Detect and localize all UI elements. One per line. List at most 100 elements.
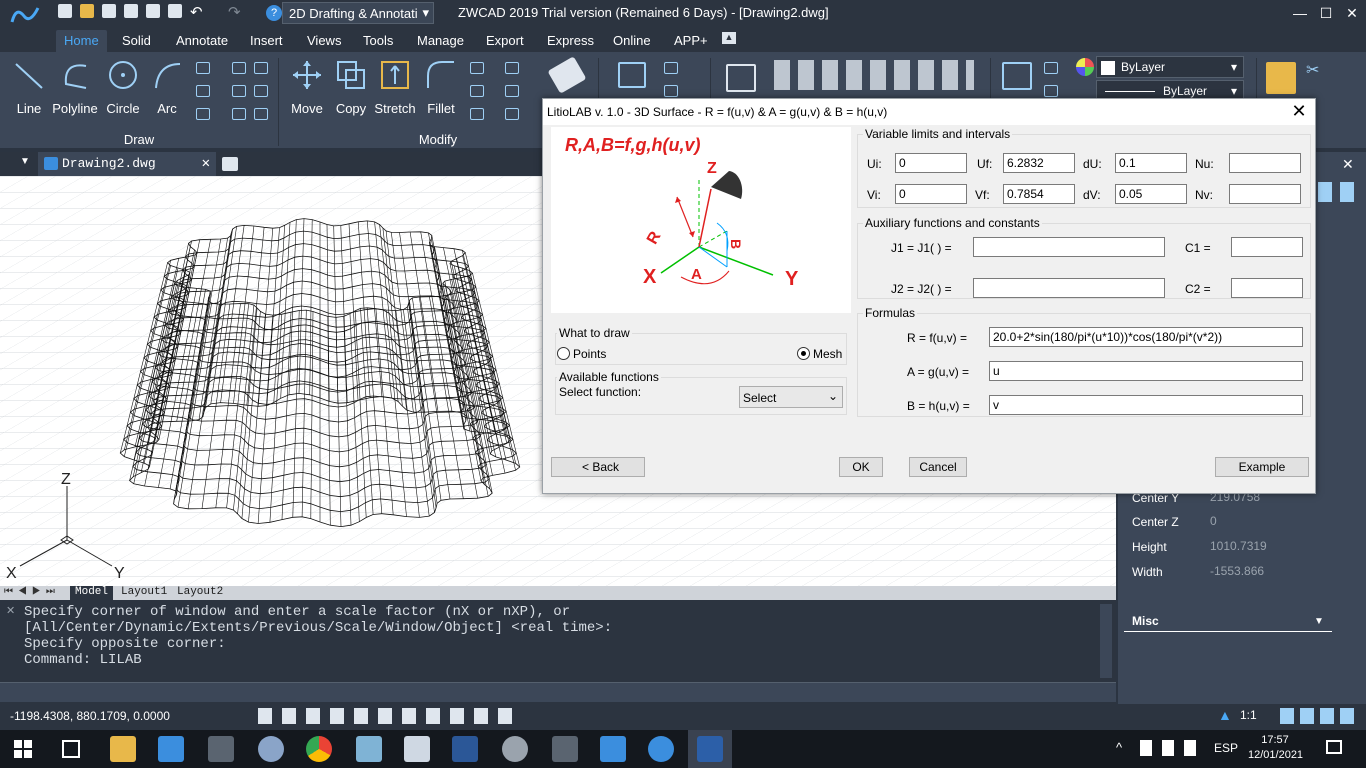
microphone-icon[interactable] [552, 736, 578, 762]
paint-icon[interactable] [258, 736, 284, 762]
prop-row[interactable]: Width -1553.866 [1124, 560, 1360, 584]
r-formula-input[interactable]: 20.0+2*sin(180/pi*(u*10))*cos(180/pi*(v*… [989, 327, 1303, 347]
drafting-toggles[interactable] [258, 708, 520, 724]
tray-chevron-icon[interactable]: ^ [1116, 740, 1122, 755]
uf-input[interactable]: 6.2832 [1003, 153, 1075, 173]
command-scrollbar[interactable] [1100, 604, 1112, 678]
camera-icon[interactable] [502, 736, 528, 762]
a-formula-input[interactable]: u [989, 361, 1303, 381]
file-explorer-icon[interactable] [110, 736, 136, 762]
chrome-icon[interactable] [306, 736, 332, 762]
move-button[interactable]: Move [284, 58, 330, 126]
revcloud-icon[interactable] [232, 85, 246, 97]
clock[interactable]: 17:57 12/01/2021 [1248, 733, 1303, 763]
plot-icon[interactable] [168, 4, 182, 18]
properties-close-icon[interactable]: ✕ [1342, 156, 1354, 173]
save-as-icon[interactable] [124, 4, 138, 18]
du-input[interactable]: 0.1 [1115, 153, 1187, 173]
dv-input[interactable]: 0.05 [1115, 184, 1187, 204]
donut-icon[interactable] [254, 108, 268, 120]
insert-block-icon[interactable] [1002, 62, 1032, 90]
function-select[interactable]: Select ⌄ [739, 386, 843, 408]
tab-views[interactable]: Views [299, 30, 349, 52]
tab-express[interactable]: Express [539, 30, 602, 52]
prop-row[interactable]: Height 1010.7319 [1124, 535, 1360, 559]
hatch-icon[interactable] [196, 85, 210, 97]
circle-button[interactable]: Circle [100, 58, 146, 126]
dialog-close-button[interactable]: ✕ [1289, 101, 1309, 121]
tab-tools[interactable]: Tools [355, 30, 401, 52]
close-tab-icon[interactable]: ✕ [202, 155, 210, 172]
prop-value[interactable]: 1010.7319 [1204, 535, 1354, 557]
explode-icon[interactable] [505, 108, 519, 120]
ok-button[interactable]: OK [839, 457, 883, 477]
leader-icon[interactable] [664, 85, 678, 97]
open-icon[interactable] [80, 4, 94, 18]
new-icon[interactable] [58, 4, 72, 18]
fillet-button[interactable]: Fillet [418, 58, 464, 126]
j2-input[interactable] [973, 278, 1165, 298]
mtext-icon[interactable] [618, 62, 646, 88]
tab-app-plus[interactable]: APP+ [666, 30, 716, 52]
arc-button[interactable]: Arc [144, 58, 190, 126]
undo-icon[interactable]: ↶ [190, 3, 203, 21]
mirror-icon[interactable] [470, 85, 484, 97]
language-indicator[interactable]: ESP [1214, 741, 1238, 755]
misc-section[interactable]: Misc [1124, 612, 1332, 632]
layer-tools-icon[interactable] [774, 60, 974, 90]
nv-input[interactable] [1229, 184, 1301, 204]
tab-layout2[interactable]: Layout2 [172, 586, 228, 600]
properties-toolbar[interactable] [1318, 182, 1358, 202]
tab-model[interactable]: Model [70, 586, 114, 600]
command-input[interactable] [0, 682, 1116, 702]
help-app-icon[interactable] [648, 736, 674, 762]
prop-value[interactable]: 0 [1204, 510, 1354, 532]
ui-input[interactable]: 0 [895, 153, 967, 173]
new-tab-icon[interactable] [222, 157, 238, 171]
rotate-icon[interactable] [505, 62, 519, 74]
dimension-icon[interactable] [664, 62, 678, 74]
layout-nav-arrows[interactable]: ⏮◀▶⏭ [4, 586, 60, 597]
layer-properties-icon[interactable] [726, 64, 756, 92]
scale-icon[interactable] [505, 85, 519, 97]
tab-solid[interactable]: Solid [114, 30, 159, 52]
example-button[interactable]: Example [1215, 457, 1309, 477]
chevron-down-icon[interactable]: ▼ [1314, 616, 1324, 627]
edit-block-icon[interactable] [1044, 85, 1058, 97]
print-icon[interactable] [146, 4, 160, 18]
app-icon[interactable] [356, 736, 382, 762]
minimize-button[interactable]: — [1290, 4, 1310, 22]
tab-menu-icon[interactable]: ▼ [20, 156, 30, 167]
polyline-button[interactable]: Polyline [52, 58, 98, 126]
create-block-icon[interactable] [1044, 62, 1058, 74]
photos-icon[interactable] [600, 736, 626, 762]
save-icon[interactable] [102, 4, 116, 18]
region-icon[interactable] [254, 62, 268, 74]
tab-layout1[interactable]: Layout1 [116, 586, 172, 600]
media-player-icon[interactable] [158, 736, 184, 762]
color-dropdown[interactable]: ByLayer ▾ [1096, 56, 1244, 78]
redo-icon[interactable]: ↷ [228, 3, 241, 21]
j1-input[interactable] [973, 237, 1165, 257]
boundary-icon[interactable] [254, 85, 268, 97]
array-icon[interactable] [470, 108, 484, 120]
ribbon-collapse-icon[interactable]: ▲ [722, 32, 736, 44]
cancel-button[interactable]: Cancel [909, 457, 967, 477]
points-radio[interactable] [557, 347, 570, 360]
trim-icon[interactable] [470, 62, 484, 74]
vi-input[interactable]: 0 [895, 184, 967, 204]
color-wheel-icon[interactable] [1076, 58, 1094, 76]
spline-icon[interactable] [232, 62, 246, 74]
rectangle-icon[interactable] [196, 108, 210, 120]
nu-input[interactable] [1229, 153, 1301, 173]
annotation-scale[interactable]: 1:1 [1240, 708, 1257, 722]
help-icon[interactable]: ? [266, 5, 282, 21]
prop-value[interactable]: -1553.866 [1204, 560, 1354, 582]
tab-home[interactable]: Home [56, 30, 107, 52]
word-icon[interactable] [452, 736, 478, 762]
document-tab[interactable]: Drawing2.dwg ✕ [38, 152, 216, 176]
cut-icon[interactable]: ✂ [1306, 60, 1319, 80]
command-close-icon[interactable]: ✕ [6, 604, 15, 617]
maximize-button[interactable]: ☐ [1316, 4, 1336, 22]
tab-export[interactable]: Export [478, 30, 532, 52]
